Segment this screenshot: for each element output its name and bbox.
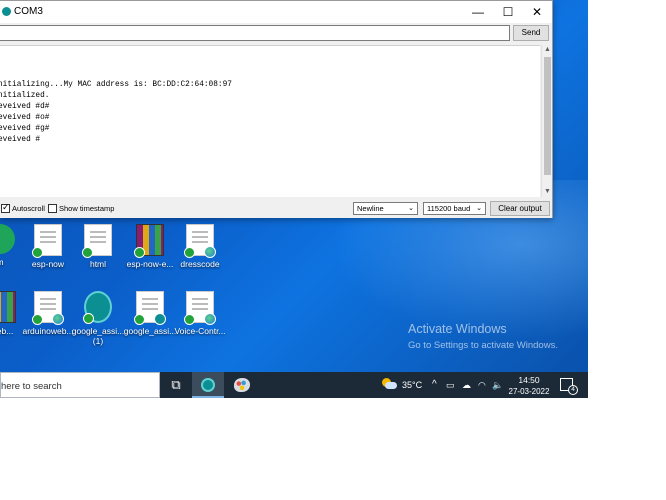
desktop-icon-voice-contr[interactable]: Voice-Contr...	[172, 291, 228, 336]
sync-check-icon	[184, 247, 195, 258]
output-line: nitializing...My MAC address is: BC:DD:C…	[0, 81, 232, 89]
edge-icon	[204, 246, 216, 258]
wifi-icon[interactable]: ◠	[478, 372, 486, 398]
activate-subtitle: Go to Settings to activate Windows.	[408, 340, 558, 351]
clock[interactable]: 14:50 27-03-2022	[506, 375, 552, 396]
paint-icon	[234, 378, 250, 392]
output-line: eveived #d#	[0, 103, 50, 111]
sync-check-icon	[184, 314, 195, 325]
line-ending-value: Newline	[357, 204, 384, 213]
scroll-up-icon[interactable]: ▲	[543, 45, 552, 55]
desktop-icon-label: Voice-Contr...	[174, 326, 226, 336]
autoscroll-label: Autoscroll	[12, 204, 45, 213]
edge-document-icon	[184, 291, 216, 325]
window-title: COM3	[14, 6, 43, 17]
activate-windows-watermark: Activate Windows Go to Settings to activ…	[408, 322, 558, 351]
show-timestamp-checkbox[interactable]	[48, 204, 57, 213]
system-tray: 35°C ^ ▭ ☁ ◠ 🔈 14:50 27-03-2022 4	[356, 372, 588, 398]
close-button[interactable]: ✕	[522, 1, 552, 23]
desktop-icon-label: esp-now	[31, 259, 65, 269]
sync-check-icon	[134, 247, 145, 258]
desktop-icon-label: web...	[0, 326, 14, 336]
desktop-icon-label: esp-now-e...	[126, 259, 174, 269]
minimize-button[interactable]: —	[463, 1, 493, 23]
autoscroll-checkbox[interactable]	[1, 202, 10, 213]
arduino-icon	[83, 291, 112, 324]
temperature[interactable]: 35°C	[402, 372, 422, 398]
activate-title: Activate Windows	[408, 322, 507, 336]
chevron-down-icon: ⌄	[476, 205, 482, 212]
desktop-icon-label: arduinoweb...	[22, 326, 74, 336]
desktop-icon-label: m	[0, 257, 4, 267]
desktop-icon-label: google_assi...	[123, 326, 177, 336]
desktop-icon-arduinoweb[interactable]: arduinoweb...	[20, 291, 76, 336]
chevron-down-icon: ⌄	[408, 205, 414, 212]
desktop-icon-label: dresscode	[180, 259, 220, 269]
task-view-button[interactable]: ⧉	[160, 372, 192, 398]
notification-count: 4	[568, 385, 578, 395]
output-scrollbar[interactable]: ▲ ▼	[541, 45, 552, 197]
arduino-icon	[2, 7, 11, 16]
taskbar: here to search ⧉ 35°C ^ ▭ ☁ ◠ 🔈 14:50 27…	[0, 372, 588, 398]
sync-check-icon	[32, 314, 43, 325]
desktop-icon-label: google_assi... (1)	[71, 326, 125, 346]
arduino-icon	[201, 378, 215, 392]
taskbar-arduino-app[interactable]	[192, 372, 224, 398]
edge-icon	[52, 313, 64, 325]
edge-document-icon	[32, 291, 64, 325]
output-line: nitialized.	[0, 92, 50, 100]
edge-icon	[204, 313, 216, 325]
arduino-badge-icon	[154, 313, 166, 325]
send-button[interactable]: Send	[513, 25, 549, 41]
sync-check-icon	[134, 314, 145, 325]
title-bar[interactable]: COM3 — ☐ ✕	[0, 1, 552, 23]
edge-document-icon	[184, 224, 216, 258]
taskbar-search-box[interactable]: here to search	[0, 372, 160, 398]
desktop-icon-dresscode[interactable]: dresscode	[172, 224, 228, 269]
taskbar-paint-app[interactable]	[226, 372, 258, 398]
baud-rate-select[interactable]: 115200 baud ⌄	[423, 202, 486, 215]
winrar-icon	[0, 291, 16, 323]
serial-options-bar: Autoscroll Show timestamp Newline ⌄ 1152…	[0, 199, 552, 218]
output-line: eveived #g#	[0, 125, 50, 133]
volume-icon[interactable]: 🔈	[492, 372, 503, 398]
notification-icon[interactable]: 4	[560, 378, 578, 395]
clock-time: 14:50	[518, 375, 540, 385]
scroll-thumb[interactable]	[544, 57, 551, 175]
arduino-document-icon	[134, 291, 166, 325]
chevron-up-icon[interactable]: ^	[432, 372, 437, 398]
task-view-icon: ⧉	[171, 377, 181, 392]
desktop-icon-esp-now-e[interactable]: esp-now-e...	[122, 224, 178, 269]
desktop-icon-esp-now[interactable]: esp-now	[20, 224, 76, 269]
weather-icon[interactable]	[382, 378, 397, 390]
output-line: eveived #	[0, 136, 41, 144]
serial-output[interactable]: nitializing...My MAC address is: BC:DD:C…	[0, 45, 540, 197]
clear-output-button[interactable]: Clear output	[490, 201, 550, 216]
desktop-icon-google-assi-1[interactable]: google_assi... (1)	[70, 291, 126, 346]
sync-check-icon	[82, 247, 93, 258]
document-icon	[32, 224, 62, 258]
green-app-icon	[0, 224, 15, 254]
sync-check-icon	[32, 247, 43, 258]
serial-send-input[interactable]	[0, 25, 510, 41]
sync-check-icon	[83, 313, 94, 324]
show-timestamp-label: Show timestamp	[59, 204, 115, 213]
line-ending-select[interactable]: Newline ⌄	[353, 202, 418, 215]
send-row: Send	[0, 25, 552, 43]
search-placeholder: here to search	[1, 381, 62, 392]
desktop-icon-google-assi[interactable]: google_assi...	[122, 291, 178, 336]
scroll-down-icon[interactable]: ▼	[543, 187, 552, 197]
desktop-icon-html[interactable]: html	[70, 224, 126, 269]
battery-icon[interactable]: ▭	[446, 372, 455, 398]
cloud-icon[interactable]: ☁	[462, 372, 471, 398]
clock-date: 27-03-2022	[508, 387, 550, 396]
output-line: eveived #o#	[0, 114, 50, 122]
baud-rate-value: 115200 baud	[427, 204, 471, 213]
document-icon	[82, 224, 112, 258]
serial-monitor-window: COM3 — ☐ ✕ Send nitializing...My MAC add…	[0, 0, 553, 218]
winrar-icon	[134, 224, 164, 258]
desktop-icon-label: html	[89, 259, 107, 269]
maximize-button[interactable]: ☐	[493, 1, 523, 23]
